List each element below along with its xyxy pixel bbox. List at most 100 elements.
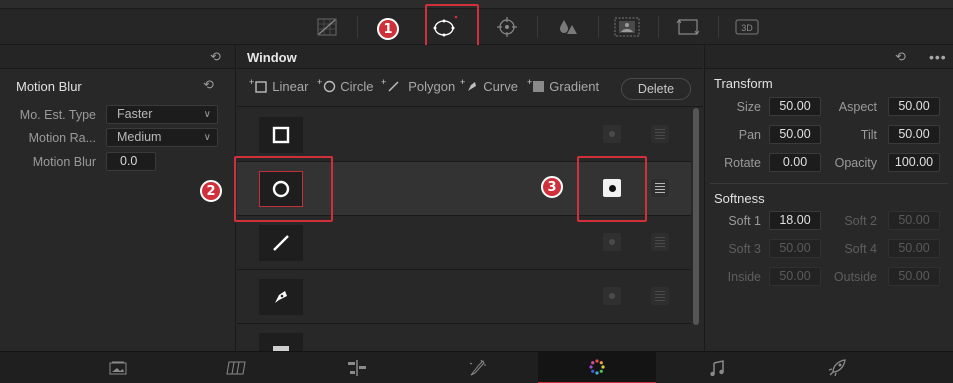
polygon-label: Polygon [408, 79, 456, 94]
mo-est-type-value: Faster [117, 107, 153, 121]
soft-1-field[interactable]: 18.00 [769, 211, 821, 230]
color-page-icon[interactable] [538, 352, 656, 383]
mo-est-type-label: Mo. Est. Type [19, 108, 96, 122]
motion-blur-label: Motion Blur [32, 155, 96, 169]
square-window-icon [272, 126, 290, 144]
aspect-field[interactable]: 50.00 [888, 97, 940, 116]
toolbar-separator [718, 16, 719, 38]
invert-toggle[interactable] [603, 125, 621, 143]
section-divider [710, 183, 948, 184]
toolbar-separator [658, 16, 659, 38]
mask-toggle[interactable] [651, 179, 669, 197]
soft-4-field: 50.00 [888, 239, 940, 258]
callout-badge-2: 2 [200, 180, 222, 202]
motion-blur-field[interactable]: 0.0 [106, 152, 156, 171]
3d-text: 3D [741, 23, 753, 33]
size-field[interactable]: 50.00 [769, 97, 821, 116]
transform-panel: ⟲ Transform Size 50.00 Aspect 50.00 Pan … [704, 45, 953, 351]
invert-toggle[interactable] [603, 233, 621, 251]
add-polygon-button[interactable]: + Polygon [381, 77, 456, 95]
motion-blur-title: Motion Blur [16, 79, 82, 94]
mo-est-type-dropdown[interactable]: Faster ∨ [106, 105, 218, 124]
polygon-line-icon [388, 81, 399, 92]
blur-icon[interactable] [555, 14, 581, 40]
reset-motion-blur-icon[interactable]: ⟲ [203, 77, 214, 93]
opacity-label: Opacity [834, 156, 877, 170]
motion-range-dropdown[interactable]: Medium ∨ [106, 128, 218, 147]
media-page-icon[interactable] [59, 352, 177, 383]
window-row-curve[interactable] [237, 270, 691, 324]
edit-page-icon[interactable] [298, 352, 416, 383]
softness-title: Softness [714, 191, 765, 206]
polygon-window-icon [273, 235, 289, 251]
window-title: Window [247, 50, 297, 65]
chevron-down-icon: ∨ [203, 132, 211, 143]
window-thumbnail[interactable] [259, 117, 303, 153]
pen-curve-icon [468, 82, 477, 91]
square-outline-icon [255, 80, 267, 93]
add-linear-button[interactable]: + Linear [249, 77, 309, 95]
window-thumbnail[interactable] [259, 333, 303, 351]
motion-range-label: Motion Ra... [28, 131, 96, 145]
curve-label: Curve [483, 79, 518, 94]
add-curve-button[interactable]: + Curve [460, 77, 518, 95]
mask-toggle[interactable] [651, 233, 669, 251]
inside-field: 50.00 [769, 267, 821, 286]
window-row-linear[interactable] [237, 108, 691, 162]
outside-field: 50.00 [888, 267, 940, 286]
rotate-field[interactable]: 0.00 [769, 153, 821, 172]
callout-badge-3: 3 [541, 176, 563, 198]
pen-window-icon [275, 291, 287, 303]
key-icon[interactable] [614, 14, 640, 40]
callout-badge-1: 1 [377, 18, 399, 40]
window-row-gradient[interactable] [237, 324, 691, 351]
delete-button[interactable]: Delete [621, 78, 691, 100]
window-list [237, 108, 691, 351]
mask-toggle[interactable] [651, 125, 669, 143]
circle-label: Circle [340, 79, 374, 94]
mask-toggle[interactable] [651, 287, 669, 305]
inside-label: Inside [727, 270, 761, 284]
add-gradient-button[interactable]: + Gradient [527, 77, 600, 95]
window-thumbnail[interactable] [259, 225, 303, 261]
add-circle-button[interactable]: + Circle [317, 77, 374, 95]
linear-label: Linear [272, 79, 309, 94]
toolbar-separator [537, 16, 538, 38]
window-list-scrollbar[interactable] [693, 108, 699, 325]
window-row-polygon[interactable] [237, 216, 691, 270]
deliver-page-icon[interactable] [778, 352, 896, 383]
gradient-icon [533, 81, 545, 92]
options-menu-icon[interactable]: ••• [929, 49, 947, 65]
mo-est-type-row: Mo. Est. Type Faster ∨ [0, 105, 236, 125]
tracker-icon[interactable] [494, 14, 520, 40]
rotate-label: Rotate [724, 156, 761, 170]
cut-page-icon[interactable] [178, 352, 296, 383]
left-panel-header: ⟲ [0, 45, 235, 69]
motion-range-value: Medium [117, 130, 162, 144]
sizing-icon[interactable] [675, 14, 701, 40]
window-thumbnail[interactable] [259, 279, 303, 315]
3d-icon[interactable]: 3D [734, 14, 760, 40]
outside-label: Outside [833, 270, 877, 284]
circle-outline-icon [324, 80, 336, 93]
window-panel-header: Window [237, 45, 703, 69]
opacity-field[interactable]: 100.00 [888, 153, 940, 172]
gradient-window-icon [273, 346, 289, 351]
reset-icon[interactable]: ⟲ [210, 49, 221, 65]
gradient-label: Gradient [549, 79, 600, 94]
motion-blur-panel: ⟲ Motion Blur ⟲ Mo. Est. Type Faster ∨ M… [0, 45, 236, 351]
toolbar-separator [598, 16, 599, 38]
curves-icon[interactable] [314, 14, 340, 40]
soft-2-field: 50.00 [888, 211, 940, 230]
soft-4-label: Soft 4 [844, 242, 877, 256]
reset-icon[interactable]: ⟲ [895, 49, 906, 65]
invert-toggle[interactable] [603, 287, 621, 305]
fairlight-page-icon[interactable] [658, 352, 776, 383]
tilt-field[interactable]: 50.00 [888, 125, 940, 144]
pan-field[interactable]: 50.00 [769, 125, 821, 144]
callout-box-2 [234, 156, 333, 222]
soft-2-label: Soft 2 [844, 214, 877, 228]
tilt-label: Tilt [860, 128, 877, 142]
motion-range-row: Motion Ra... Medium ∨ [0, 128, 236, 148]
fusion-page-icon[interactable] [418, 352, 536, 383]
